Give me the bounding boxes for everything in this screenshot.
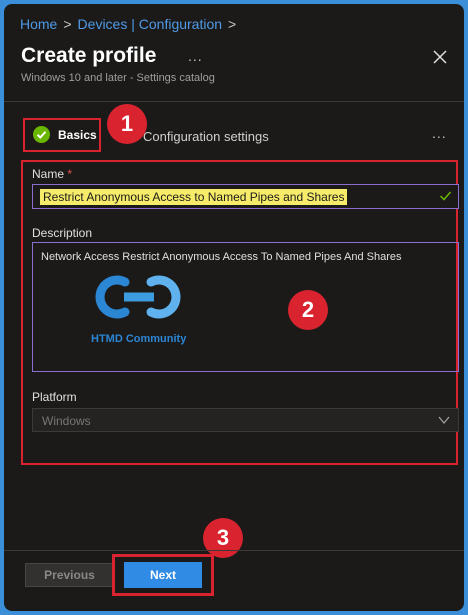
step-badge-1: 1 xyxy=(107,104,147,144)
name-label-text: Name xyxy=(32,167,65,181)
description-label: Description xyxy=(32,226,93,240)
breadcrumb-separator: > xyxy=(228,16,237,32)
chevron-down-icon xyxy=(438,416,450,425)
breadcrumb: Home > Devices | Configuration > xyxy=(20,16,242,32)
htmd-logo-icon xyxy=(95,275,181,319)
tab-configuration-settings[interactable]: Configuration settings xyxy=(143,129,269,144)
platform-label: Platform xyxy=(32,390,77,404)
name-label: Name * xyxy=(32,167,72,181)
description-value: Network Access Restrict Anonymous Access… xyxy=(41,251,402,263)
description-textarea[interactable]: Network Access Restrict Anonymous Access… xyxy=(32,242,459,372)
next-button[interactable]: Next xyxy=(124,562,202,588)
more-options-icon[interactable]: ... xyxy=(432,125,447,141)
tab-basics-label: Basics xyxy=(58,128,97,142)
breadcrumb-home[interactable]: Home xyxy=(20,16,57,32)
breadcrumb-devices-configuration[interactable]: Devices | Configuration xyxy=(78,16,222,32)
name-input[interactable]: Restrict Anonymous Access to Named Pipes… xyxy=(32,184,459,209)
watermark-text: HTMD Community xyxy=(91,333,187,345)
more-options-icon[interactable]: ... xyxy=(188,48,203,64)
page-title: Create profile xyxy=(21,44,157,67)
previous-button[interactable]: Previous xyxy=(25,563,114,587)
check-circle-icon xyxy=(33,126,50,143)
page-subtitle: Windows 10 and later - Settings catalog xyxy=(21,72,215,84)
breadcrumb-separator: > xyxy=(63,16,72,32)
platform-value: Windows xyxy=(42,414,91,428)
create-profile-panel: Home > Devices | Configuration > Create pro… xyxy=(4,4,464,611)
name-value: Restrict Anonymous Access to Named Pipes… xyxy=(40,189,348,205)
required-mark: * xyxy=(67,167,73,181)
step-badge-2: 2 xyxy=(288,290,328,330)
footer-divider xyxy=(4,550,464,551)
step-badge-3: 3 xyxy=(203,518,243,558)
divider xyxy=(4,101,464,102)
close-icon[interactable] xyxy=(431,48,449,66)
checkmark-icon xyxy=(439,191,452,201)
platform-select[interactable]: Windows xyxy=(32,408,459,432)
tab-basics[interactable]: Basics xyxy=(23,118,101,152)
